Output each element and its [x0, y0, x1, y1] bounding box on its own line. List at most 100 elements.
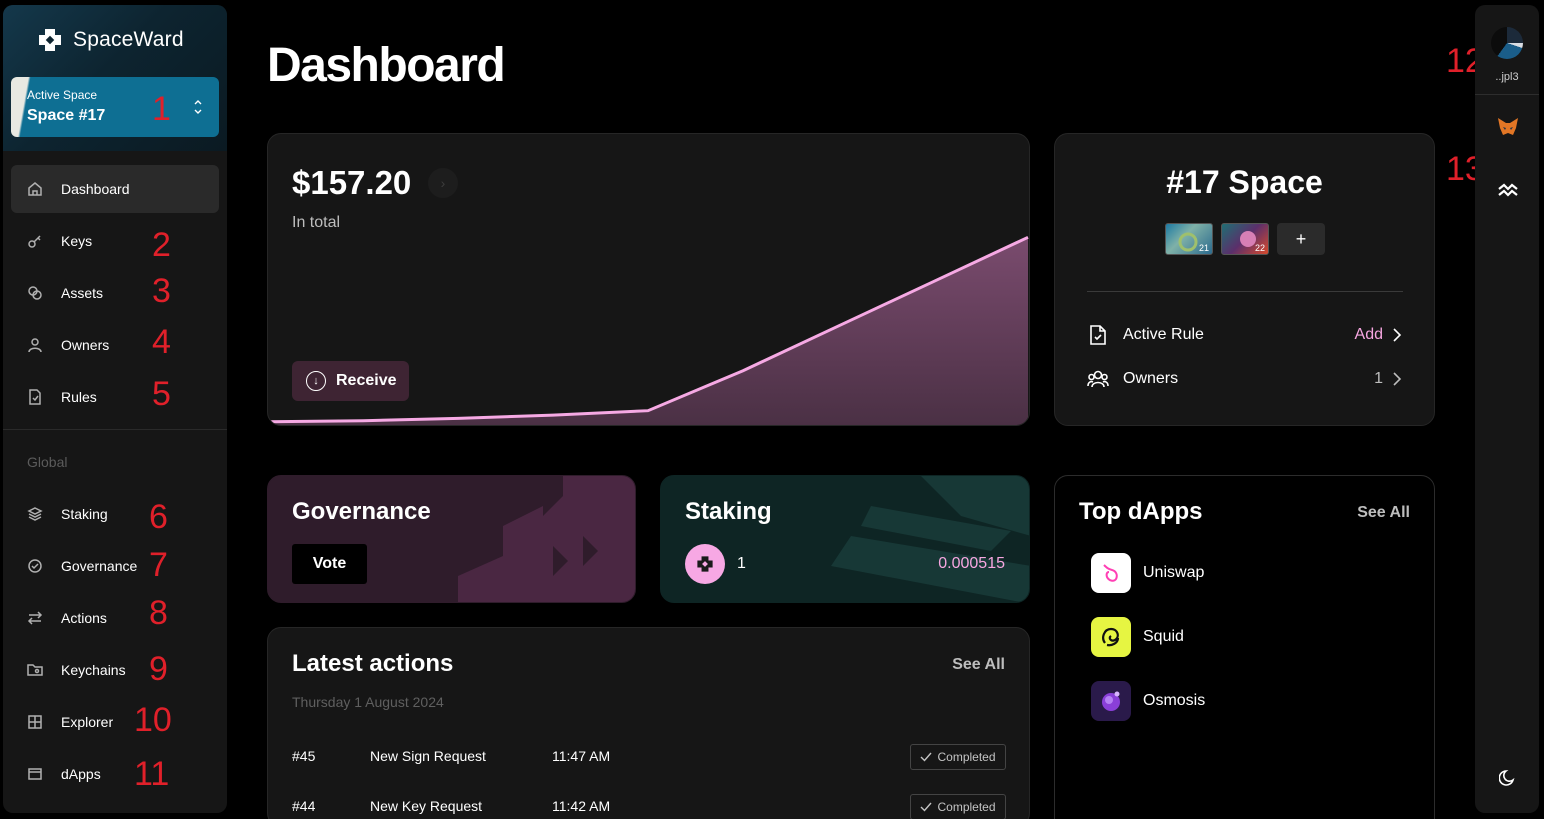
- chevron-right-icon: [1393, 372, 1402, 386]
- chevron-up-down-icon: [194, 100, 202, 114]
- action-time: 11:47 AM: [552, 748, 611, 764]
- owners-row[interactable]: Owners 1: [1087, 365, 1403, 393]
- spaceward-logo-icon: [39, 29, 61, 51]
- action-id: #45: [292, 748, 316, 764]
- sidebar-item-actions[interactable]: Actions: [11, 594, 219, 642]
- active-space-value: Space #17: [27, 107, 106, 124]
- sidebar-item-label: Actions: [61, 610, 107, 626]
- sidebar-item-keys[interactable]: Keys: [11, 217, 219, 265]
- balance-card: $157.20 › In total ↓ Receive: [267, 133, 1030, 426]
- chevron-right-icon: [1393, 328, 1402, 342]
- dapp-item-osmosis[interactable]: Osmosis: [1091, 681, 1205, 721]
- actions-see-all-link[interactable]: See All: [952, 656, 1005, 674]
- top-dapps-title: Top dApps: [1079, 498, 1203, 525]
- annotation-number: 4: [152, 323, 171, 361]
- action-name: New Key Request: [370, 798, 483, 814]
- folder-key-icon: [27, 664, 43, 676]
- annotation-number: 6: [149, 498, 168, 536]
- osmosis-icon: [1091, 681, 1131, 721]
- staking-count: 1: [737, 555, 746, 572]
- sidebar-item-label: Rules: [61, 389, 97, 405]
- sidebar-item-explorer[interactable]: Explorer: [11, 698, 219, 746]
- annotation-number: 3: [152, 272, 171, 310]
- arrows-left-right-icon: [27, 611, 43, 625]
- table-row[interactable]: #44 New Key Request 11:42 AM Completed: [292, 794, 1006, 819]
- home-icon: [28, 182, 42, 196]
- moon-icon[interactable]: [1499, 769, 1517, 787]
- check-circle-icon: [28, 559, 42, 573]
- sidebar-item-assets[interactable]: Assets: [11, 269, 219, 317]
- status-badge: Completed: [910, 794, 1006, 819]
- dapp-name: Osmosis: [1143, 692, 1206, 709]
- status-label: Completed: [937, 750, 996, 764]
- add-key-button[interactable]: +: [1277, 223, 1325, 255]
- account-avatar[interactable]: [1491, 27, 1523, 59]
- check-icon: [920, 752, 933, 762]
- arrow-down-circle-icon: ↓: [306, 371, 326, 391]
- sidebar-item-dapps[interactable]: dApps: [11, 750, 219, 798]
- space-title: #17 Space: [1166, 164, 1323, 200]
- key-thumbnail[interactable]: 21: [1165, 223, 1213, 255]
- metamask-fox-icon[interactable]: [1497, 117, 1519, 137]
- warden-token-icon: [685, 544, 725, 584]
- vote-button[interactable]: Vote: [292, 544, 367, 584]
- sidebar-item-rules[interactable]: Rules: [11, 373, 219, 421]
- latest-actions-card: Latest actions See All Thursday 1 August…: [267, 627, 1030, 819]
- sidebar: SpaceWard Active Space Space #17 Dashboa…: [3, 5, 227, 813]
- sidebar-item-governance[interactable]: Governance: [11, 542, 219, 590]
- receive-button[interactable]: ↓ Receive: [292, 361, 409, 401]
- actions-date: Thursday 1 August 2024: [292, 694, 444, 710]
- add-rule-label: Add: [1354, 326, 1383, 343]
- wave-logo-icon[interactable]: [1497, 183, 1519, 199]
- sidebar-item-label: Keys: [61, 233, 93, 249]
- account-address: ..jpl3: [1495, 71, 1519, 83]
- grid-icon: [28, 715, 42, 729]
- sidebar-item-staking[interactable]: Staking: [11, 490, 219, 538]
- staking-card[interactable]: Staking 1 0.000515: [660, 475, 1030, 603]
- table-row[interactable]: #45 New Sign Request 11:47 AM Completed: [292, 744, 1006, 770]
- active-rule-label: Active Rule: [1123, 326, 1204, 343]
- annotation-number: 8: [149, 594, 168, 632]
- latest-actions-title: Latest actions: [292, 650, 454, 677]
- space-card-divider: [1087, 291, 1403, 292]
- annotation-number: 11: [134, 755, 170, 793]
- sidebar-item-label: dApps: [61, 766, 101, 782]
- status-badge: Completed: [910, 744, 1006, 770]
- dapp-name: Squid: [1143, 628, 1184, 645]
- brand[interactable]: SpaceWard: [37, 27, 184, 53]
- sidebar-item-label: Explorer: [61, 714, 114, 730]
- dapp-item-uniswap[interactable]: Uniswap: [1091, 553, 1204, 593]
- space-card: #17 Space 21 22 + Active Rule Add Owners…: [1054, 133, 1435, 426]
- dapps-see-all-link[interactable]: See All: [1357, 504, 1410, 522]
- total-balance: $157.20: [292, 164, 412, 201]
- governance-title: Governance: [292, 498, 431, 525]
- sidebar-item-dashboard[interactable]: Dashboard: [11, 165, 219, 213]
- active-space-selector[interactable]: Active Space Space #17: [11, 77, 219, 137]
- annotation-number: 1: [152, 90, 171, 128]
- sidebar-divider: [3, 429, 227, 430]
- action-time: 11:42 AM: [552, 798, 611, 814]
- layers-icon: [27, 507, 43, 521]
- add-rule-link[interactable]: Add: [1355, 326, 1403, 344]
- uniswap-icon: [1091, 553, 1131, 593]
- key-thumbnail[interactable]: 22: [1221, 223, 1269, 255]
- key-number: 21: [1198, 243, 1209, 253]
- sidebar-item-keychains[interactable]: Keychains: [11, 646, 219, 694]
- user-icon: [28, 338, 42, 353]
- sidebar-item-label: Governance: [61, 558, 138, 574]
- governance-card[interactable]: Governance Vote: [267, 475, 636, 603]
- sidebar-global-heading: Global: [27, 454, 68, 470]
- sidebar-item-label: Owners: [61, 337, 110, 353]
- governance-pattern-icon: [458, 476, 635, 602]
- sidebar-item-label: Assets: [61, 285, 104, 301]
- status-label: Completed: [937, 800, 996, 814]
- owners-count: 1: [1374, 370, 1383, 387]
- staking-pattern-icon: [831, 476, 1029, 602]
- total-balance-label: In total: [292, 214, 341, 231]
- sidebar-item-label: Staking: [61, 506, 108, 522]
- chevron-right-icon[interactable]: ›: [428, 168, 458, 198]
- active-rule-row[interactable]: Active Rule Add: [1087, 321, 1403, 349]
- sidebar-item-owners[interactable]: Owners: [11, 321, 219, 369]
- dapp-item-squid[interactable]: Squid: [1091, 617, 1184, 657]
- key-number: 22: [1254, 243, 1265, 253]
